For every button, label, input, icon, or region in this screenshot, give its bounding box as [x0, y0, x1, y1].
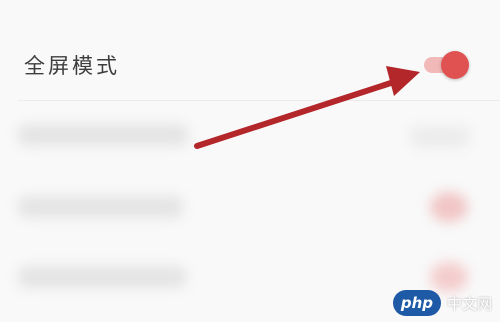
toggle-knob	[441, 51, 469, 79]
php-logo: php	[392, 290, 441, 316]
fullscreen-toggle[interactable]	[424, 51, 470, 79]
blurred-setting-value	[410, 126, 470, 148]
watermark: php 中文网	[392, 290, 492, 316]
blurred-setting-label	[18, 124, 188, 146]
blurred-toggle	[430, 262, 468, 292]
blurred-setting-label	[18, 266, 186, 288]
blurred-setting-label	[18, 196, 183, 218]
blurred-toggle	[430, 192, 468, 222]
divider	[18, 100, 500, 101]
fullscreen-mode-label: 全屏模式	[24, 54, 120, 78]
watermark-text: 中文网	[446, 294, 492, 313]
